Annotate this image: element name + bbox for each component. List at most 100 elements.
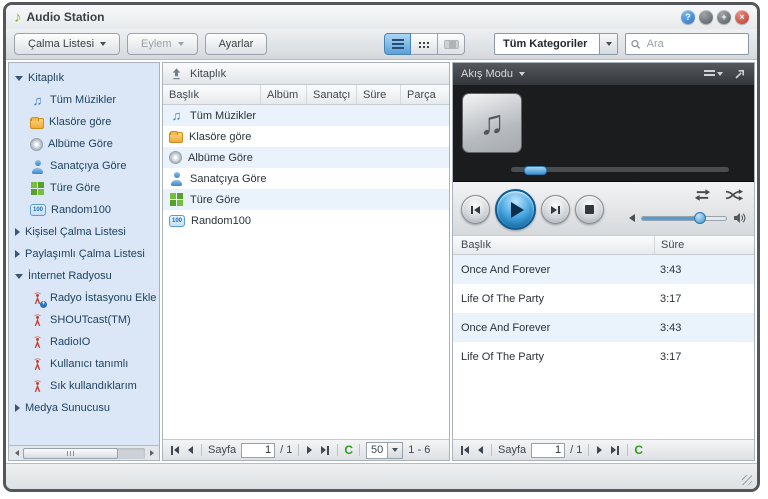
sidebar-item-radyo-istasyonu-ekle[interactable]: Radyo İstasyonu Ekle <box>9 287 159 309</box>
column-header-baslik[interactable]: Başlık <box>453 236 654 254</box>
sidebar-item-sik-kullandiklarim[interactable]: Sık kullandıklarım <box>9 375 159 397</box>
page-number-input[interactable] <box>241 443 275 458</box>
sidebar-item-medya-sunucusu[interactable]: Medya Sunucusu <box>9 397 159 419</box>
sidebar-item-random100[interactable]: Random100 <box>9 199 159 221</box>
album-disc-icon <box>169 151 182 164</box>
first-page-button[interactable] <box>459 444 471 457</box>
playlist-button[interactable]: Çalma Listesi <box>14 33 120 55</box>
shuffle-icon[interactable] <box>725 188 744 202</box>
volume-down-icon[interactable] <box>629 214 635 222</box>
column-header-sure[interactable]: Süre <box>654 236 754 254</box>
page-number-input[interactable] <box>531 443 565 458</box>
music-note-icon <box>30 93 45 108</box>
repeat-icon[interactable] <box>693 188 712 202</box>
table-row[interactable]: Albüme Göre <box>163 147 449 168</box>
sidebar-item-kisisel-calma-listesi[interactable]: Kişisel Çalma Listesi <box>9 221 159 243</box>
column-header-sure[interactable]: Süre <box>357 85 401 104</box>
sidebar-item-ture-gore[interactable]: Türe Göre <box>9 177 159 199</box>
next-page-button[interactable] <box>595 444 604 456</box>
table-row[interactable]: Türe Göre <box>163 189 449 210</box>
last-page-button[interactable] <box>319 444 331 457</box>
maximize-button[interactable]: + <box>717 10 731 24</box>
next-button[interactable] <box>541 195 570 224</box>
scroll-right-icon[interactable] <box>145 447 158 460</box>
queue-list-icon <box>704 70 715 78</box>
stream-mode-label[interactable]: Akış Modu <box>461 68 513 80</box>
sidebar-item-klasore-gore[interactable]: Klasöre göre <box>9 111 159 133</box>
column-header-album[interactable]: Albüm <box>261 85 307 104</box>
table-row[interactable]: Random100 <box>163 210 449 231</box>
column-header-sanatci[interactable]: Sanatçı <box>307 85 357 104</box>
sidebar-item-kullanici-tanimli[interactable]: Kullanıcı tanımlı <box>9 353 159 375</box>
last-page-button[interactable] <box>609 444 621 457</box>
chevron-down-icon[interactable] <box>519 72 525 76</box>
queue-row[interactable]: Life Of The Party3:17 <box>453 342 754 371</box>
chevron-right-icon[interactable] <box>15 228 20 236</box>
sidebar-item-albume-gore[interactable]: Albüme Göre <box>9 133 159 155</box>
pin-window-button[interactable] <box>699 10 713 24</box>
queue-menu-button[interactable] <box>704 70 723 78</box>
refresh-icon[interactable] <box>634 443 643 457</box>
scrollbar-track[interactable] <box>23 448 145 459</box>
page-size-select[interactable]: 50 <box>366 442 403 459</box>
chevron-right-icon[interactable] <box>15 404 20 412</box>
refresh-icon[interactable] <box>344 443 353 457</box>
category-select[interactable]: Tüm Kategoriler <box>494 33 618 55</box>
up-level-icon[interactable] <box>170 67 183 80</box>
chevron-down-icon[interactable] <box>15 76 23 81</box>
scrollbar-thumb[interactable] <box>23 448 118 459</box>
sidebar-item-paylasimli-calma-listesi[interactable]: Paylaşımlı Çalma Listesi <box>9 243 159 265</box>
speaker-icon[interactable] <box>733 212 746 224</box>
column-header-parca[interactable]: Parça <box>401 85 449 104</box>
settings-button[interactable]: Ayarlar <box>205 33 268 55</box>
row-title: Sanatçıya Göre <box>190 173 266 185</box>
queue-row[interactable]: Once And Forever3:43 <box>453 313 754 342</box>
stop-button[interactable] <box>575 195 604 224</box>
sidebar-item-radioio[interactable]: RadioIO <box>9 331 159 353</box>
genre-tiles-icon <box>30 181 45 196</box>
column-header-baslik[interactable]: Başlık <box>163 85 261 104</box>
queue-row[interactable]: Life Of The Party3:17 <box>453 284 754 313</box>
sidebar-item-internet-radyosu[interactable]: İnternet Radyosu <box>9 265 159 287</box>
next-page-button[interactable] <box>305 444 314 456</box>
track-duration: 3:17 <box>654 293 754 305</box>
resize-grip[interactable] <box>742 475 752 485</box>
close-button[interactable]: × <box>735 10 749 24</box>
action-button[interactable]: Eylem <box>127 33 198 55</box>
coverflow-view-button[interactable] <box>438 33 465 55</box>
search-input[interactable] <box>645 37 743 51</box>
volume-slider[interactable] <box>641 216 727 221</box>
help-button[interactable]: ? <box>681 10 695 24</box>
horizontal-scrollbar[interactable] <box>9 445 159 460</box>
sidebar-item-kitaplik[interactable]: Kitaplık <box>9 67 159 89</box>
queue-row[interactable]: Once And Forever3:43 <box>453 255 754 284</box>
first-page-button[interactable] <box>169 444 181 457</box>
grid-view-icon <box>419 42 421 44</box>
play-button[interactable] <box>495 189 536 230</box>
table-row[interactable]: Sanatçıya Göre <box>163 168 449 189</box>
pin-player-icon[interactable] <box>734 68 746 80</box>
progress-slider[interactable] <box>511 167 729 172</box>
queue-rows: Once And Forever3:43 Life Of The Party3:… <box>453 255 754 439</box>
chevron-down-icon[interactable] <box>599 34 617 54</box>
table-row[interactable]: Klasöre göre <box>163 126 449 147</box>
prev-page-button[interactable] <box>186 444 195 456</box>
library-rows: Tüm Müzikler Klasöre göre Albüme Göre Sa… <box>163 105 449 439</box>
sidebar-item-label: SHOUTcast(TM) <box>50 314 131 326</box>
chevron-down-icon[interactable] <box>15 274 23 279</box>
prev-page-button[interactable] <box>476 444 485 456</box>
scroll-left-icon[interactable] <box>10 447 23 460</box>
library-column-headers: Başlık Albüm Sanatçı Süre Parça <box>163 85 449 105</box>
list-view-button[interactable] <box>384 33 411 55</box>
chevron-right-icon[interactable] <box>15 250 20 258</box>
folder-icon <box>30 118 44 129</box>
sidebar-item-shoutcast[interactable]: SHOUTcast(TM) <box>9 309 159 331</box>
grid-view-button[interactable] <box>411 33 438 55</box>
previous-button[interactable] <box>461 195 490 224</box>
sidebar-item-tum-muzikler[interactable]: Tüm Müzikler <box>9 89 159 111</box>
volume-slider-thumb[interactable] <box>694 212 706 224</box>
main-area: Kitaplık Tüm Müzikler Klasöre göre Albüm… <box>6 60 757 463</box>
sidebar-item-sanatciya-gore[interactable]: Sanatçıya Göre <box>9 155 159 177</box>
sidebar-item-label: Türe Göre <box>50 182 100 194</box>
table-row[interactable]: Tüm Müzikler <box>163 105 449 126</box>
